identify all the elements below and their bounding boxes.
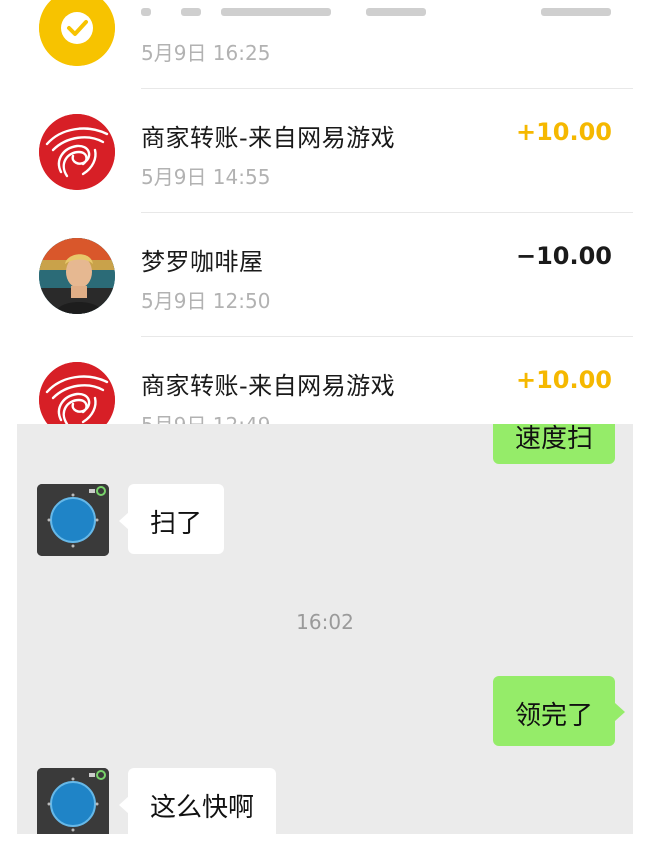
transaction-title-obscured [141,2,611,18]
transaction-time: 5月9日 12:50 [141,289,271,313]
transaction-amount: +10.00 [515,118,612,146]
contact-avatar[interactable] [37,768,109,834]
chat-bubble-other[interactable]: 这么快啊 [128,768,277,834]
chat-bubble-other[interactable]: 扫了 [128,484,225,554]
transaction-list: 5月9日 16:25 商家转账-来自网易游戏 5月9日 14:55 +10.00 [0,0,650,424]
transaction-row[interactable]: 商家转账-来自网易游戏 5月9日 12:49 +10.00 [0,336,650,424]
message-text: 速度扫 [514,424,593,454]
transaction-time: 5月9日 14:55 [141,165,271,189]
transaction-title: 梦罗咖啡屋 [141,248,264,276]
bubble-tail [615,703,625,721]
yellow-check-icon [39,0,115,66]
transaction-row[interactable]: 商家转账-来自网易游戏 5月9日 14:55 +10.00 [0,88,650,212]
netease-logo-icon [39,362,115,424]
transaction-amount: +10.00 [515,366,612,394]
transaction-row[interactable]: 5月9日 16:25 [0,0,650,88]
chat-conversation: 速度扫 扫了 16:02 领完了 这么快啊 [17,424,633,834]
message-text: 扫了 [150,509,203,539]
message-text: 领完了 [514,701,593,731]
transaction-title: 商家转账-来自网易游戏 [141,372,396,400]
transaction-title: 商家转账-来自网易游戏 [141,124,396,152]
netease-logo-icon [39,114,115,190]
transaction-time: 5月9日 16:25 [141,41,271,65]
person-avatar [39,238,115,314]
chat-bubble-self[interactable]: 领完了 [492,676,615,746]
chat-timestamp: 16:02 [296,610,354,634]
transaction-time: 5月9日 12:49 [141,409,270,424]
transaction-row[interactable]: 梦罗咖啡屋 5月9日 12:50 −10.00 [0,212,650,336]
message-text: 这么快啊 [150,793,255,823]
transaction-amount: −10.00 [515,242,612,270]
chat-bubble-self[interactable]: 速度扫 [492,424,615,464]
contact-avatar[interactable] [37,484,109,556]
